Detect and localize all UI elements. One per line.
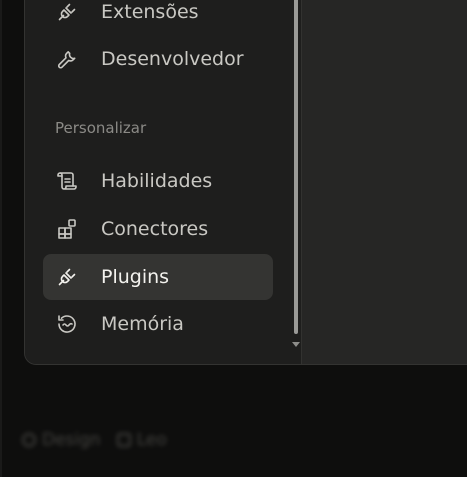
plug-icon — [55, 0, 79, 24]
footer-right-label: Leo — [136, 430, 167, 450]
settings-sidebar: Extensões Desenvolvedor Personalizar Hab… — [25, 0, 291, 364]
sidebar-item-extensoes[interactable]: Extensões — [43, 0, 273, 35]
blocks-icon — [55, 217, 79, 241]
blurred-footer: Design Leo — [22, 430, 167, 450]
scroll-icon — [55, 169, 79, 193]
sidebar-item-habilidades[interactable]: Habilidades — [43, 158, 273, 204]
settings-window: Extensões Desenvolvedor Personalizar Hab… — [24, 0, 467, 365]
sidebar-item-label: Desenvolvedor — [101, 48, 244, 70]
scroll-down-arrow-icon[interactable] — [292, 342, 300, 347]
left-edge-divider — [0, 0, 2, 477]
sidebar-item-label: Memória — [101, 313, 184, 335]
settings-content-pane — [301, 0, 467, 364]
user-icon — [116, 433, 131, 447]
app-stage: Extensões Desenvolvedor Personalizar Hab… — [0, 0, 467, 477]
plug-icon — [55, 265, 79, 289]
sidebar-item-conectores[interactable]: Conectores — [43, 206, 273, 252]
section-title-personalizar: Personalizar — [55, 119, 147, 137]
sidebar-item-label: Extensões — [101, 1, 199, 23]
sidebar-scrollbar[interactable] — [291, 0, 301, 364]
wrench-icon — [55, 47, 79, 71]
sidebar-item-label: Conectores — [101, 218, 209, 240]
sidebar-item-desenvolvedor[interactable]: Desenvolvedor — [43, 36, 273, 82]
footer-left-label: Design — [42, 430, 101, 450]
sidebar-item-label: Habilidades — [101, 170, 213, 192]
sidebar-item-memoria[interactable]: Memória — [43, 301, 273, 347]
sidebar-item-plugins[interactable]: Plugins — [43, 254, 273, 300]
gear-icon — [22, 433, 36, 447]
scrollbar-thumb[interactable] — [294, 0, 298, 334]
history-icon — [55, 312, 79, 336]
sidebar-item-label: Plugins — [101, 266, 170, 288]
